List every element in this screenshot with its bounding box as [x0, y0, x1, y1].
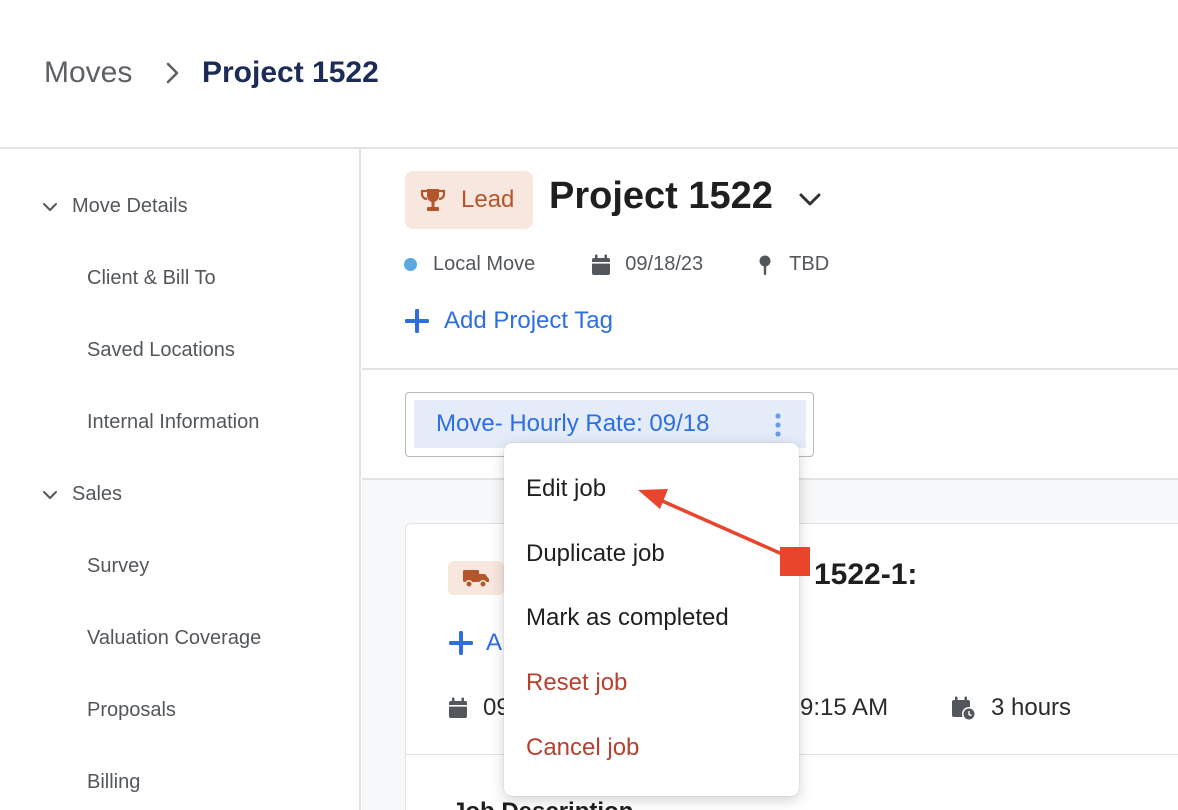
truck-icon	[463, 570, 489, 588]
project-location: TBD	[789, 253, 830, 275]
plus-icon	[449, 631, 473, 655]
project-date: 09/18/23	[625, 253, 704, 275]
add-project-tag-label: Add Project Tag	[444, 307, 613, 334]
chevron-down-icon	[43, 202, 57, 211]
kebab-menu-icon[interactable]	[766, 412, 790, 438]
menu-item-mark-completed[interactable]: Mark as completed	[526, 604, 729, 632]
plus-icon	[405, 309, 429, 333]
sidebar-item-proposals[interactable]: Proposals	[87, 699, 176, 722]
calendar-clock-icon	[952, 696, 976, 721]
job-time: 9:15 AM	[800, 694, 889, 721]
project-header: Lead Project 1522 Local Move 09/18/23 TB…	[362, 149, 1178, 370]
add-job-tag-button[interactable]: A	[448, 629, 502, 657]
menu-item-edit-job[interactable]: Edit job	[526, 475, 606, 503]
menu-item-cancel-job[interactable]: Cancel job	[526, 734, 639, 762]
menu-item-duplicate-job[interactable]: Duplicate job	[526, 540, 665, 568]
lead-badge-label: Lead	[461, 186, 515, 213]
breadcrumb-current: Project 1522	[202, 56, 379, 89]
calendar-icon	[592, 254, 611, 275]
trophy-icon	[420, 189, 446, 211]
sidebar-group-label: Move Details	[72, 195, 188, 217]
sidebar-group-label: Sales	[72, 483, 123, 505]
move-type-dot	[404, 258, 417, 271]
sidebar-item-internal-information[interactable]: Internal Information	[87, 411, 259, 434]
sidebar-item-valuation-coverage[interactable]: Valuation Coverage	[87, 627, 261, 650]
chevron-down-icon[interactable]	[796, 187, 824, 211]
move-type: Local Move	[433, 253, 536, 275]
project-title: Project 1522	[549, 175, 773, 217]
add-project-tag-button[interactable]: Add Project Tag	[404, 307, 613, 335]
chevron-down-icon	[43, 490, 57, 499]
job-context-menu: Edit job Duplicate job Mark as completed…	[504, 443, 799, 796]
map-pin-icon	[759, 255, 771, 275]
calendar-icon	[449, 697, 467, 718]
project-meta: Local Move 09/18/23 TBD	[404, 253, 829, 276]
sidebar-group-move-details[interactable]: Move Details	[40, 195, 188, 218]
breadcrumb-moves[interactable]: Moves	[44, 56, 132, 90]
job-description-heading: Job Description	[452, 798, 633, 810]
chevron-right-icon	[166, 62, 179, 84]
sidebar-item-client-bill-to[interactable]: Client & Bill To	[87, 267, 216, 290]
add-job-tag-label: A	[486, 629, 503, 656]
lead-status-badge[interactable]: Lead	[405, 171, 533, 229]
job-type-badge	[448, 561, 504, 595]
top-bar: Moves Project 1522	[0, 0, 1178, 149]
menu-item-reset-job[interactable]: Reset job	[526, 669, 627, 697]
sidebar-item-saved-locations[interactable]: Saved Locations	[87, 339, 235, 362]
job-duration: 3 hours	[991, 694, 1072, 721]
job-title: 1522-1:	[814, 558, 918, 591]
sidebar: Move Details Client & Bill To Saved Loca…	[0, 149, 361, 810]
sidebar-item-survey[interactable]: Survey	[87, 555, 149, 578]
job-tab-move-hourly[interactable]: Move- Hourly Rate: 09/18	[414, 400, 806, 448]
sidebar-item-billing[interactable]: Billing	[87, 771, 140, 794]
job-tab-label: Move- Hourly Rate: 09/18	[436, 410, 710, 437]
sidebar-group-sales[interactable]: Sales	[40, 483, 122, 506]
